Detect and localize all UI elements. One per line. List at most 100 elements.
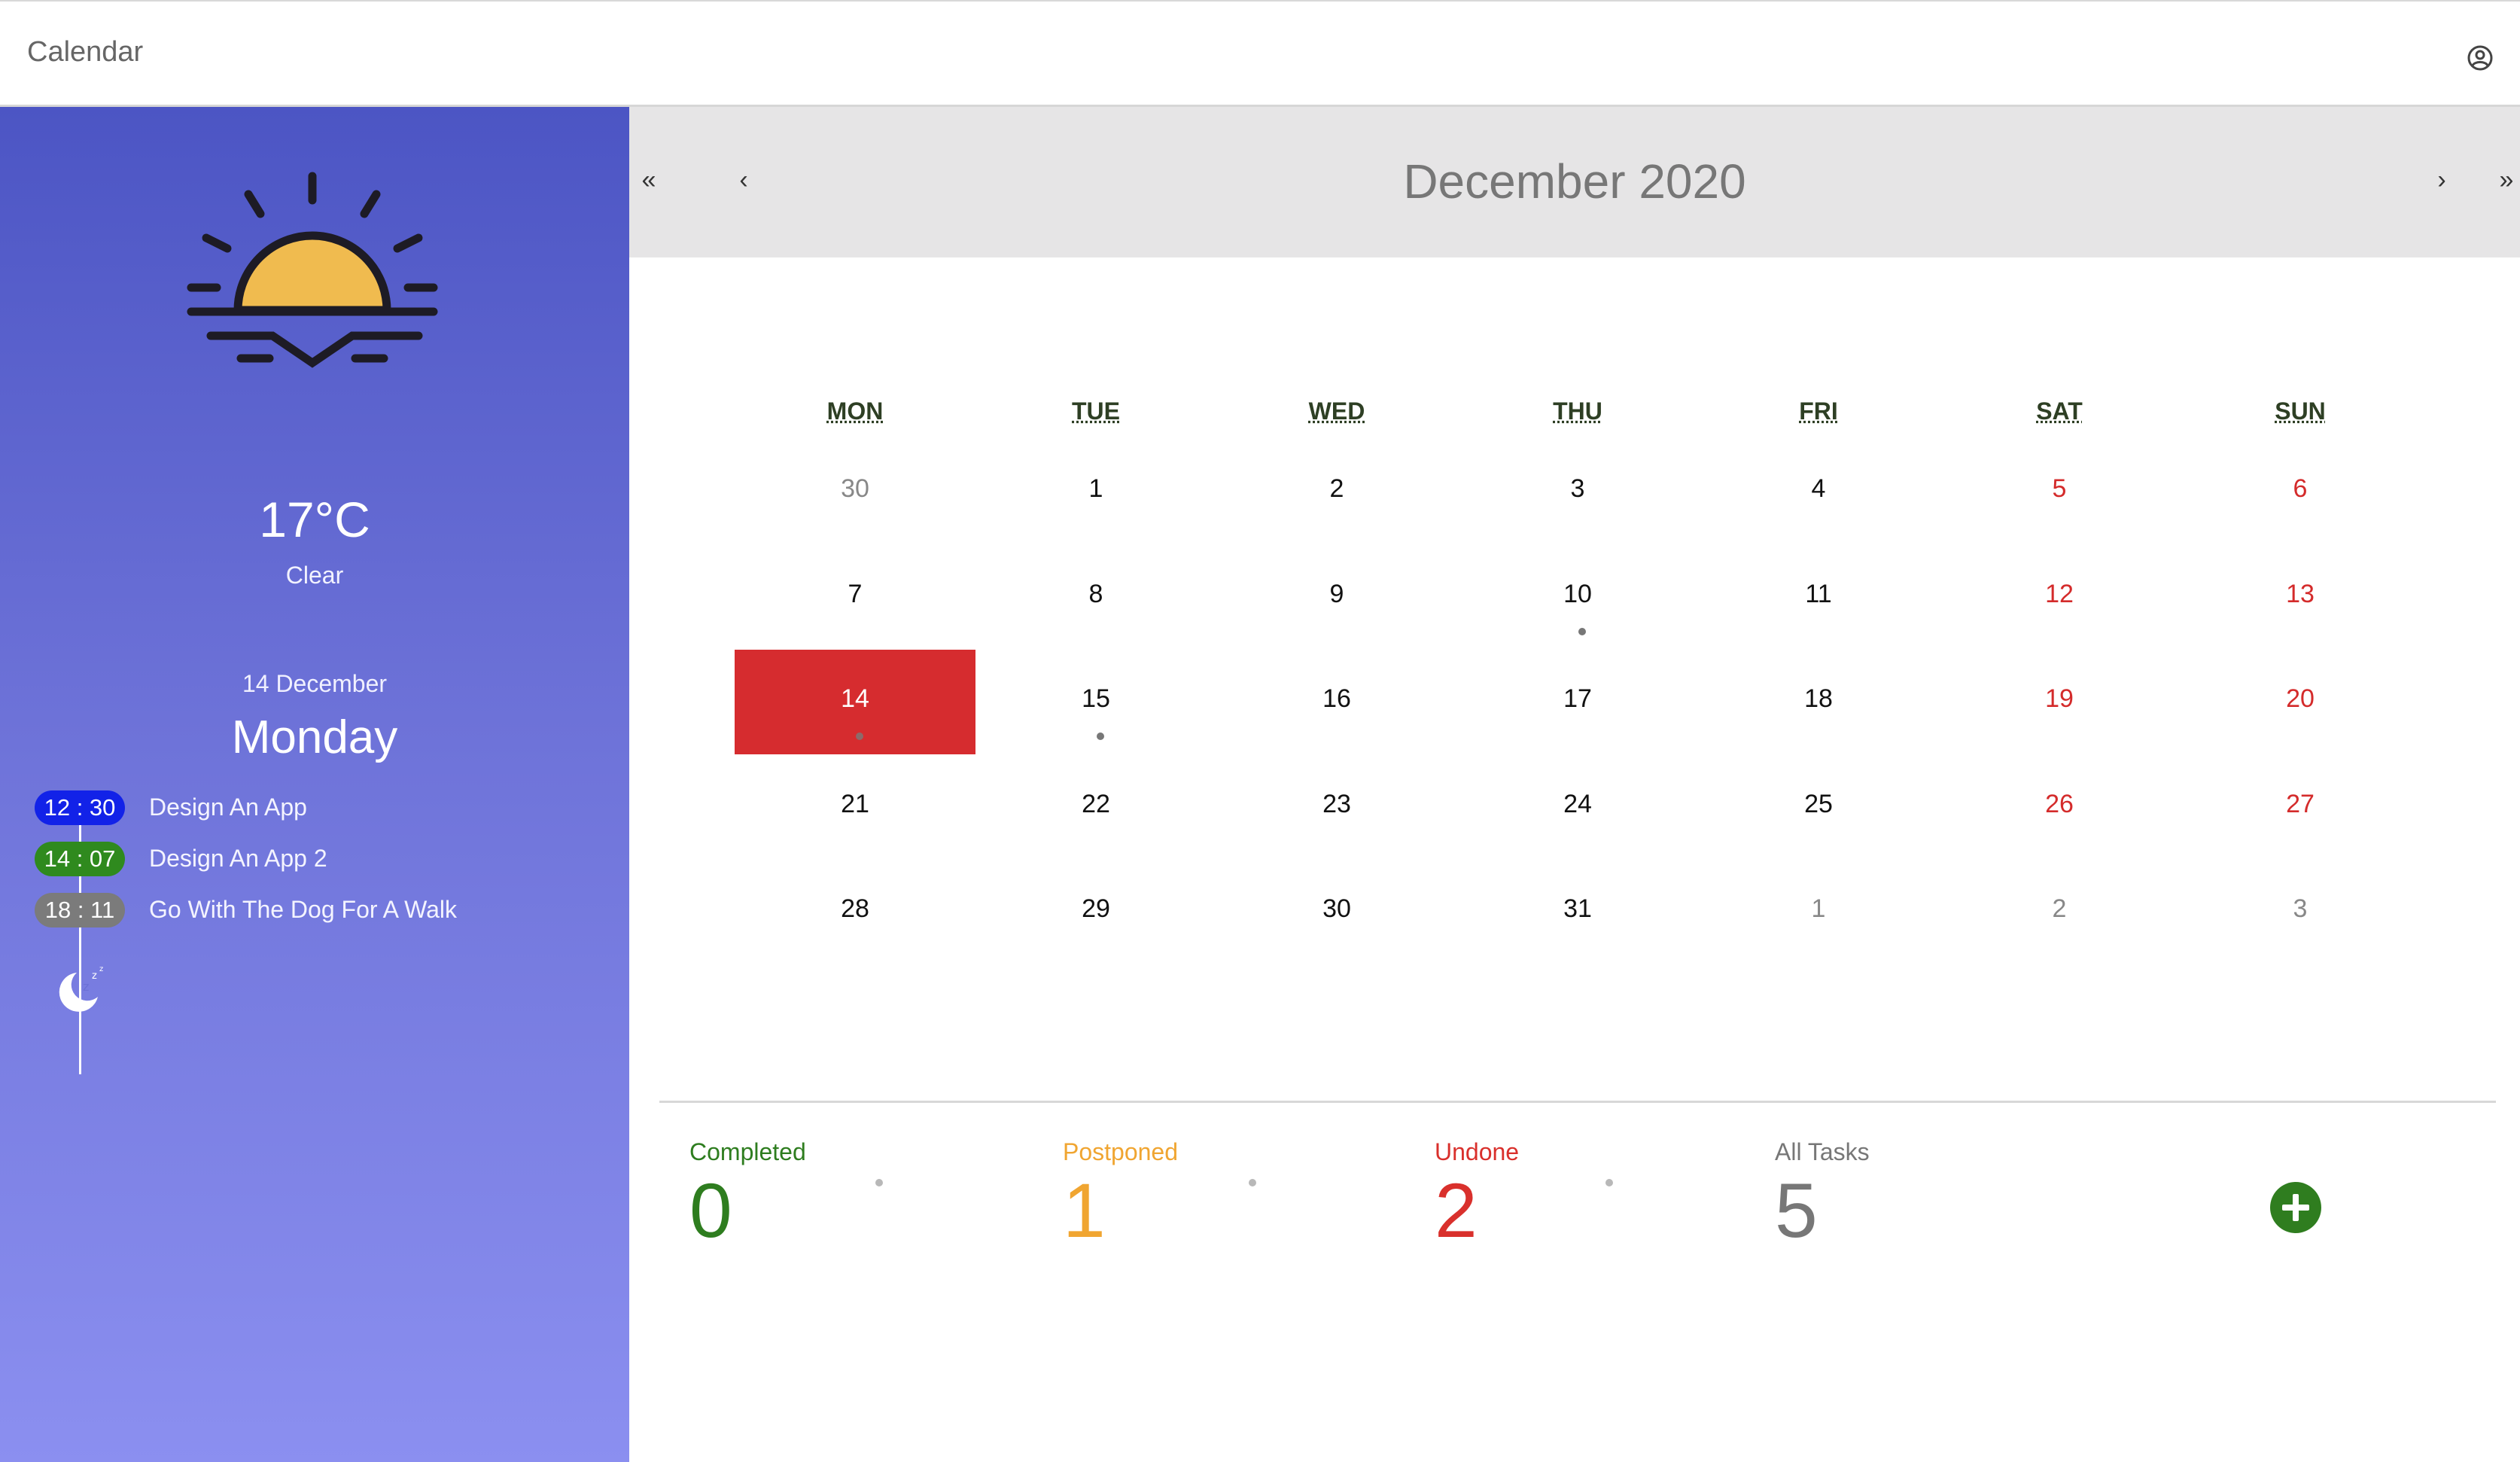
next-year-button[interactable]: »	[2491, 166, 2520, 195]
task-time: 14 : 07	[35, 842, 125, 876]
weather-condition: Clear	[285, 562, 344, 589]
calendar-day[interactable]: 27	[2180, 755, 2421, 860]
calendar-day[interactable]: 2	[1939, 860, 2180, 964]
top-bar: Calendar	[0, 0, 2520, 107]
calendar-day[interactable]: 24	[1457, 755, 1698, 860]
separator-dot	[875, 1179, 883, 1186]
add-task-button[interactable]	[2270, 1182, 2321, 1233]
calendar-day[interactable]: 8	[975, 545, 1216, 650]
calendar-day[interactable]: 22	[975, 755, 1216, 860]
selected-weekday: Monday	[231, 711, 398, 763]
sleep-moon-icon: z z z	[59, 965, 103, 1012]
calendar-day[interactable]: 28	[735, 860, 975, 964]
day-number: 15	[1082, 684, 1110, 713]
divider	[659, 1101, 2496, 1103]
day-number: 8	[1088, 579, 1103, 608]
event-dot	[1578, 627, 1586, 635]
day-number: 24	[1563, 789, 1592, 818]
day-number: 27	[2286, 789, 2315, 818]
weekday-header: THU	[1553, 397, 1602, 425]
day-number: 30	[841, 474, 869, 503]
day-number: 18	[1804, 684, 1833, 713]
calendar-day[interactable]: 19	[1939, 650, 2180, 754]
day-number: 16	[1322, 684, 1351, 713]
day-number: 10	[1563, 579, 1592, 608]
weekday-header: SUN	[2275, 397, 2326, 425]
calendar-day[interactable]: 30	[1216, 860, 1457, 964]
day-number: 19	[2045, 684, 2074, 713]
calendar-day[interactable]: 4	[1698, 440, 1939, 544]
day-number: 28	[841, 894, 869, 923]
svg-text:z: z	[83, 979, 89, 994]
stat-all-tasks[interactable]: All Tasks 5	[1775, 1138, 1870, 1249]
calendar-day-selected[interactable]: 14	[735, 650, 975, 754]
calendar-day[interactable]: 12	[1939, 545, 2180, 650]
stat-postponed-label: Postponed	[1063, 1138, 1179, 1165]
weekday-header: TUE	[1072, 397, 1120, 425]
day-number: 17	[1563, 684, 1592, 713]
temperature: 17°C	[259, 492, 370, 547]
day-number: 20	[2286, 684, 2315, 713]
calendar-day[interactable]: 1	[975, 440, 1216, 544]
calendar-day[interactable]: 9	[1216, 545, 1457, 650]
calendar-day[interactable]: 30	[735, 440, 975, 544]
calendar-day[interactable]: 13	[2180, 545, 2421, 650]
stat-completed-label: Completed	[689, 1138, 806, 1165]
stat-all-tasks-label: All Tasks	[1775, 1138, 1870, 1165]
calendar-day[interactable]: 29	[975, 860, 1216, 964]
stat-undone-label: Undone	[1435, 1138, 1520, 1165]
weather-sidebar: 17°C Clear 14 December Monday 12 : 30 De…	[0, 107, 629, 1462]
timeline-line	[79, 800, 81, 1074]
separator-dot	[1605, 1179, 1613, 1186]
day-number: 2	[2052, 894, 2067, 923]
day-number: 25	[1804, 789, 1833, 818]
day-number: 12	[2045, 579, 2074, 608]
day-number: 14	[841, 684, 869, 713]
calendar-day[interactable]: 15	[975, 650, 1216, 754]
account-circle-icon[interactable]	[2466, 44, 2494, 72]
day-number: 7	[848, 579, 863, 608]
calendar-day[interactable]: 31	[1457, 860, 1698, 964]
day-number: 31	[1563, 894, 1592, 923]
calendar-day[interactable]: 26	[1939, 755, 2180, 860]
calendar-day[interactable]: 23	[1216, 755, 1457, 860]
task-time: 12 : 30	[35, 790, 125, 825]
calendar-day[interactable]: 17	[1457, 650, 1698, 754]
task-title: Design An App	[149, 793, 307, 821]
stat-undone[interactable]: Undone 2	[1435, 1138, 1519, 1249]
event-dot	[1097, 733, 1104, 740]
task-title: Design An App 2	[149, 845, 327, 872]
next-month-button[interactable]: ›	[2427, 166, 2457, 195]
stat-postponed-value: 1	[1063, 1168, 1106, 1253]
day-number: 1	[1088, 474, 1103, 503]
stat-undone-value: 2	[1435, 1168, 1478, 1253]
selected-date: 14 December	[242, 670, 388, 697]
calendar-day[interactable]: 20	[2180, 650, 2421, 754]
calendar-day[interactable]: 2	[1216, 440, 1457, 544]
separator-dot	[1249, 1179, 1256, 1186]
calendar-day[interactable]: 6	[2180, 440, 2421, 544]
weekday-header: MON	[826, 397, 884, 425]
app-title: Calendar	[27, 36, 144, 68]
calendar-day[interactable]: 5	[1939, 440, 2180, 544]
calendar-day[interactable]: 16	[1216, 650, 1457, 754]
day-number: 2	[1329, 474, 1344, 503]
day-number: 3	[2293, 894, 2308, 923]
calendar-day[interactable]: 25	[1698, 755, 1939, 860]
task-title: Go With The Dog For A Walk	[149, 896, 458, 923]
calendar-day[interactable]: 18	[1698, 650, 1939, 754]
calendar-day[interactable]: 21	[735, 755, 975, 860]
calendar-day[interactable]: 7	[735, 545, 975, 650]
stat-postponed[interactable]: Postponed 1	[1063, 1138, 1178, 1249]
month-title: December 2020	[1403, 154, 1746, 209]
day-number: 6	[2293, 474, 2308, 503]
day-number: 9	[1329, 579, 1344, 608]
calendar-day[interactable]: 3	[1457, 440, 1698, 544]
weekday-header: FRI	[1799, 397, 1838, 425]
calendar-day[interactable]: 1	[1698, 860, 1939, 964]
calendar-day[interactable]: 11	[1698, 545, 1939, 650]
calendar-day[interactable]: 10	[1457, 545, 1698, 650]
calendar-day[interactable]: 3	[2180, 860, 2421, 964]
weekday-header: WED	[1308, 397, 1365, 425]
stat-completed[interactable]: Completed 0	[689, 1138, 806, 1249]
